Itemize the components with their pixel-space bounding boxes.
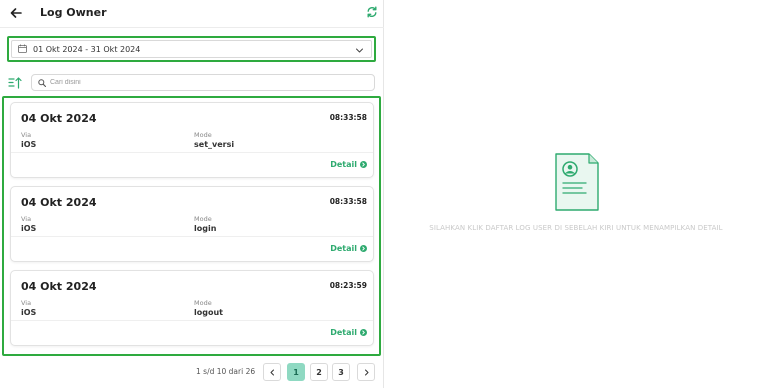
detail-label: Detail	[330, 328, 357, 337]
detail-button[interactable]: Detail	[330, 244, 367, 253]
back-arrow-icon[interactable]	[8, 5, 24, 21]
search-icon	[38, 78, 46, 87]
date-range-value: 01 Okt 2024 - 31 Okt 2024	[33, 44, 141, 54]
log-card[interactable]: 04 Okt 2024 08:33:58 Via iOS Mode login …	[10, 186, 374, 262]
log-list-panel: Log Owner 01 Okt 2024 - 31 Okt 2024 Cari…	[0, 0, 384, 388]
header-bar: Log Owner	[0, 0, 384, 28]
log-time: 08:33:58	[329, 197, 367, 206]
calendar-icon	[18, 44, 28, 54]
mode-label: Mode	[194, 215, 212, 223]
mode-label: Mode	[194, 299, 212, 307]
card-divider	[11, 236, 373, 237]
card-divider	[11, 320, 373, 321]
mode-value: set_versi	[194, 140, 235, 149]
detail-label: Detail	[330, 160, 357, 169]
chevron-right-icon	[360, 161, 367, 168]
log-card[interactable]: 04 Okt 2024 08:33:58 Via iOS Mode set_ve…	[10, 102, 374, 178]
date-range-highlight: 01 Okt 2024 - 31 Okt 2024	[7, 36, 376, 62]
mode-value: logout	[194, 308, 223, 317]
log-time: 08:33:58	[329, 113, 367, 122]
chevron-right-icon	[360, 245, 367, 252]
sort-icon[interactable]	[8, 76, 22, 90]
detail-button[interactable]: Detail	[330, 328, 367, 337]
via-value: iOS	[21, 140, 37, 149]
pagination: 1 s/d 10 dari 26 1 2 3	[0, 362, 384, 382]
via-label: Via	[21, 299, 32, 307]
mode-label: Mode	[194, 131, 212, 139]
via-label: Via	[21, 131, 32, 139]
log-date: 04 Okt 2024	[21, 280, 97, 293]
chevron-left-icon	[270, 369, 274, 375]
document-user-icon	[555, 153, 599, 211]
page-info: 1 s/d 10 dari 26	[196, 367, 256, 376]
log-date: 04 Okt 2024	[21, 196, 97, 209]
log-date: 04 Okt 2024	[21, 112, 97, 125]
empty-state-message: SILAHKAN KLIK DAFTAR LOG USER DI SEBELAH…	[429, 224, 723, 232]
via-value: iOS	[21, 308, 37, 317]
search-input[interactable]	[50, 79, 350, 86]
chevron-right-icon	[360, 329, 367, 336]
via-value: iOS	[21, 224, 37, 233]
detail-panel: SILAHKAN KLIK DAFTAR LOG USER DI SEBELAH…	[384, 0, 768, 388]
log-card[interactable]: 04 Okt 2024 08:23:59 Via iOS Mode logout…	[10, 270, 374, 346]
page-button-1[interactable]: 1	[287, 363, 305, 381]
next-page-button[interactable]	[357, 363, 375, 381]
log-list-highlight: 04 Okt 2024 08:33:58 Via iOS Mode set_ve…	[2, 96, 381, 356]
via-label: Via	[21, 215, 32, 223]
page-button-3[interactable]: 3	[332, 363, 350, 381]
prev-page-button[interactable]	[263, 363, 281, 381]
date-range-picker[interactable]: 01 Okt 2024 - 31 Okt 2024	[11, 40, 372, 58]
page-title: Log Owner	[40, 6, 107, 19]
page-button-2[interactable]: 2	[310, 363, 328, 381]
chevron-down-icon	[355, 46, 365, 56]
chevron-right-icon	[364, 369, 368, 375]
log-time: 08:23:59	[329, 281, 367, 290]
mode-value: login	[194, 224, 217, 233]
refresh-icon[interactable]	[364, 4, 380, 20]
detail-button[interactable]: Detail	[330, 160, 367, 169]
detail-label: Detail	[330, 244, 357, 253]
app-root: Log Owner 01 Okt 2024 - 31 Okt 2024 Cari…	[0, 0, 768, 388]
search-field[interactable]	[31, 74, 375, 91]
card-divider	[11, 152, 373, 153]
